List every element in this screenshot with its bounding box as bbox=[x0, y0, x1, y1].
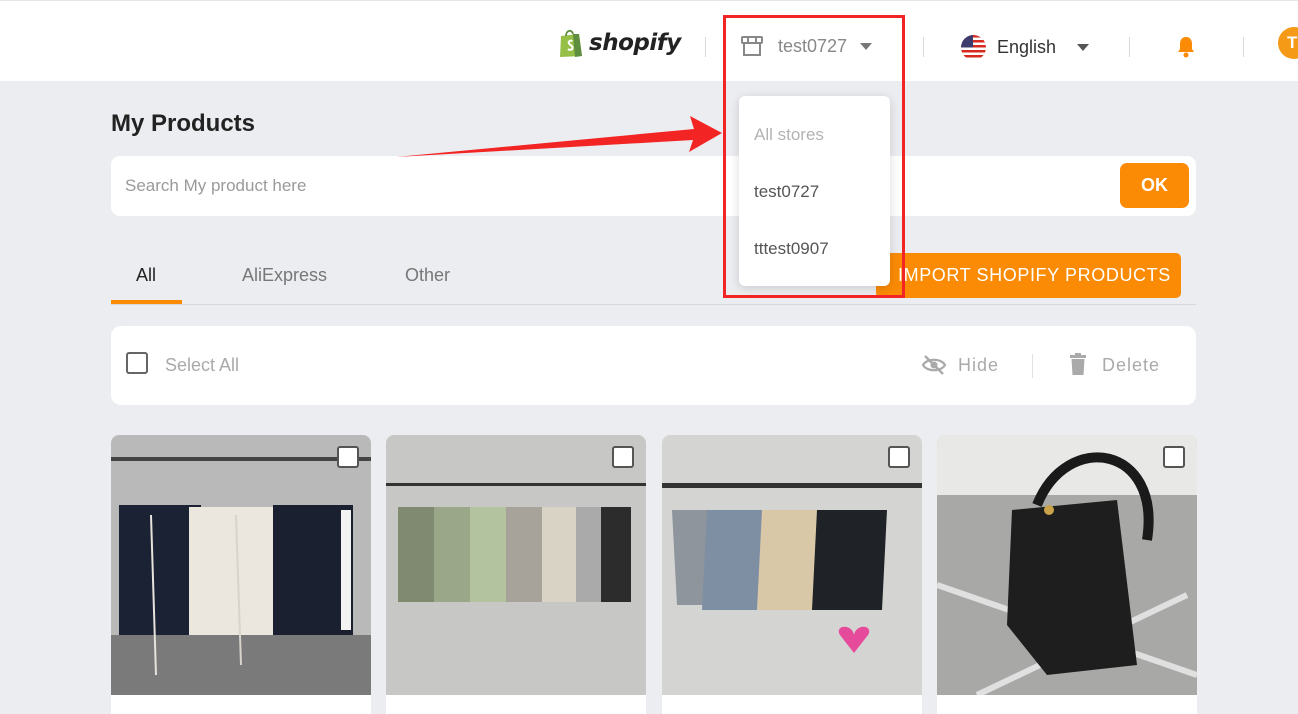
language-selector-label: English bbox=[997, 37, 1057, 57]
dropdown-item-store[interactable]: test0727 bbox=[754, 182, 819, 202]
product-image bbox=[111, 435, 371, 695]
avatar[interactable]: T bbox=[1278, 27, 1298, 59]
trash-icon[interactable] bbox=[1070, 353, 1086, 375]
dropdown-item-all-stores[interactable]: All stores bbox=[754, 125, 824, 145]
product-card[interactable] bbox=[111, 435, 371, 714]
notification-bell-icon[interactable] bbox=[1176, 36, 1196, 58]
header-divider bbox=[1129, 37, 1130, 57]
shopify-logo: shopify bbox=[558, 28, 681, 58]
delete-button[interactable]: Delete bbox=[1102, 355, 1160, 376]
store-selector-label: test0727 bbox=[778, 35, 848, 56]
store-selector[interactable]: test0727 bbox=[740, 34, 872, 58]
product-select-checkbox[interactable] bbox=[337, 446, 359, 468]
hide-button[interactable]: Hide bbox=[958, 355, 999, 376]
bulk-actions-bar: Select All Hide Delete bbox=[111, 326, 1196, 405]
actions-divider bbox=[1032, 354, 1033, 378]
search-bar: OK bbox=[111, 156, 1196, 216]
shopify-bag-icon bbox=[560, 29, 582, 57]
shopify-wordmark: shopify bbox=[589, 30, 681, 56]
language-selector[interactable]: English bbox=[961, 35, 1089, 60]
select-all-label[interactable]: Select All bbox=[165, 355, 239, 376]
product-image bbox=[386, 435, 646, 695]
tab-all[interactable]: All bbox=[136, 265, 156, 286]
page-title: My Products bbox=[111, 110, 256, 137]
product-image bbox=[937, 435, 1197, 695]
eye-slash-icon[interactable] bbox=[921, 354, 947, 376]
product-select-checkbox[interactable] bbox=[612, 446, 634, 468]
search-input[interactable] bbox=[125, 170, 1105, 202]
us-flag-icon bbox=[961, 35, 986, 60]
product-card[interactable] bbox=[386, 435, 646, 714]
chevron-down-icon bbox=[1077, 44, 1089, 51]
select-all-checkbox[interactable] bbox=[126, 352, 148, 374]
product-select-checkbox[interactable] bbox=[1163, 446, 1185, 468]
tab-aliexpress[interactable]: AliExpress bbox=[242, 265, 327, 286]
product-card[interactable] bbox=[937, 435, 1197, 714]
header-divider bbox=[1243, 37, 1244, 57]
active-tab-indicator bbox=[111, 300, 182, 304]
store-icon bbox=[741, 36, 763, 56]
top-header: shopify test0727 English T bbox=[0, 0, 1298, 81]
search-ok-button[interactable]: OK bbox=[1120, 163, 1189, 208]
tab-other[interactable]: Other bbox=[405, 265, 450, 286]
product-image bbox=[662, 435, 922, 695]
header-divider bbox=[705, 37, 706, 57]
product-card[interactable] bbox=[662, 435, 922, 714]
product-select-checkbox[interactable] bbox=[888, 446, 910, 468]
import-shopify-products-button[interactable]: IMPORT SHOPIFY PRODUCTS bbox=[876, 253, 1181, 298]
chevron-down-icon bbox=[860, 42, 872, 50]
store-dropdown-menu: All stores test0727 tttest0907 bbox=[739, 96, 890, 286]
dropdown-item-store[interactable]: tttest0907 bbox=[754, 239, 829, 259]
header-divider bbox=[923, 37, 924, 57]
